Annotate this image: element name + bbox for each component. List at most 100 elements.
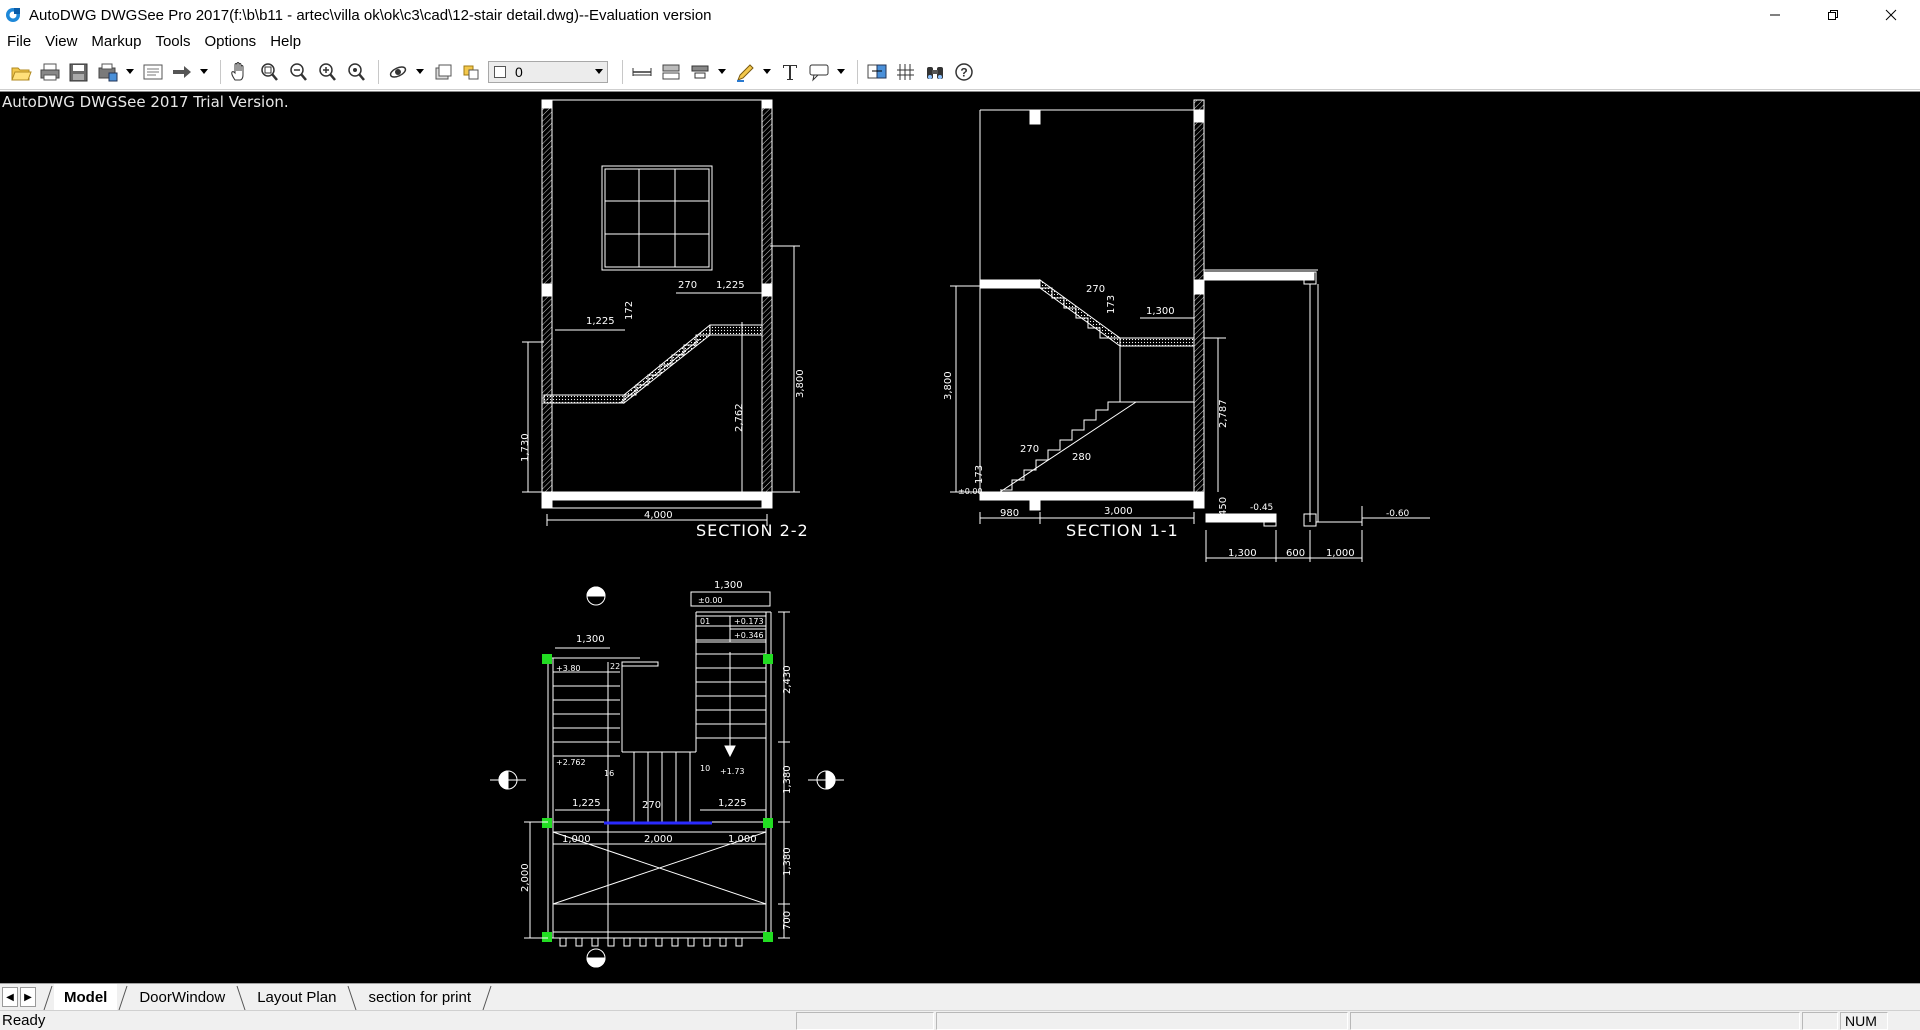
print-button[interactable]: [37, 58, 63, 86]
close-button[interactable]: [1862, 0, 1920, 30]
dim-text: +3.80: [556, 664, 581, 673]
pen-button[interactable]: [732, 58, 758, 86]
menu-options[interactable]: Options: [197, 30, 263, 54]
grid-icon: [897, 63, 914, 80]
orbit-dropdown[interactable]: [414, 58, 426, 86]
restore-icon: [1828, 10, 1838, 20]
dim-text: 173: [974, 465, 985, 484]
binoculars-icon: [927, 66, 943, 79]
chevron-down-icon: [200, 69, 208, 74]
zoom-out-button[interactable]: [285, 58, 311, 86]
layout-icon: [143, 64, 163, 79]
dim-text: 1,730: [520, 433, 531, 462]
window-controls: [1746, 0, 1920, 30]
batch-print-button[interactable]: [95, 58, 121, 86]
tab-divider: [236, 985, 246, 1010]
menu-file[interactable]: File: [0, 30, 38, 54]
find-button[interactable]: [922, 58, 948, 86]
dim-text: 1,300: [1146, 306, 1175, 317]
text-button[interactable]: [777, 58, 803, 86]
menu-markup[interactable]: Markup: [84, 30, 148, 54]
layer-button[interactable]: [459, 58, 485, 86]
toolbar-separator: [378, 59, 379, 84]
tab-section-for-print[interactable]: section for print: [358, 984, 481, 1011]
dim-text: 10: [700, 764, 710, 773]
menu-view[interactable]: View: [38, 30, 84, 54]
section-2-2-drawing: [522, 99, 800, 526]
dim-text: 1,225: [572, 798, 601, 809]
compare-button[interactable]: [864, 58, 890, 86]
export-dropdown[interactable]: [198, 58, 210, 86]
dim-text: 3,800: [795, 369, 806, 398]
dim-text: 1,300: [576, 634, 605, 645]
section-1-1-drawing: [950, 99, 1430, 562]
open-button[interactable]: [8, 58, 34, 86]
pen-icon: [737, 63, 754, 82]
grid-button[interactable]: [893, 58, 919, 86]
close-icon: [1885, 9, 1897, 21]
zoom-extents-button[interactable]: [343, 58, 369, 86]
dim-text: 01: [700, 617, 710, 626]
dim-text: 3,000: [1104, 506, 1133, 517]
num-lock-indicator: NUM: [1840, 1011, 1888, 1030]
orbit-icon: [389, 65, 407, 78]
toolbar-separator: [857, 59, 858, 84]
orbit-button[interactable]: [385, 58, 411, 86]
restore-button[interactable]: [1804, 0, 1862, 30]
dim-text: ±0.00: [958, 487, 983, 496]
svg-text:?: ?: [960, 65, 967, 79]
tab-layout-plan[interactable]: Layout Plan: [247, 984, 346, 1011]
status-pane: [1802, 1011, 1838, 1030]
layer-select[interactable]: 0: [488, 60, 608, 83]
align-icon: [691, 65, 709, 78]
dim-text: 1,225: [718, 798, 747, 809]
cad-drawing[interactable]: 1,225 270 1,225 172 3,800 2,762 1,730 4,…: [0, 92, 1920, 983]
menu-help[interactable]: Help: [263, 30, 308, 54]
menu-tools[interactable]: Tools: [148, 30, 197, 54]
dim-text: 1,300: [714, 580, 743, 591]
tab-model[interactable]: Model: [54, 983, 118, 1011]
tab-scroll-left-button[interactable]: ◀: [2, 987, 18, 1007]
pan-button[interactable]: [227, 58, 253, 86]
pan-icon: [231, 61, 244, 80]
dimension-button[interactable]: [658, 58, 684, 86]
align-button[interactable]: [687, 58, 713, 86]
dwgsee-app-icon[interactable]: [4, 6, 22, 24]
minimize-button[interactable]: [1746, 0, 1804, 30]
section-2-2-title: SECTION 2-2: [696, 521, 809, 540]
tab-doorwindow[interactable]: DoorWindow: [129, 984, 235, 1011]
layer-state-icon: [494, 65, 506, 78]
zoom-window-button[interactable]: [256, 58, 282, 86]
dim-text: 2,000: [644, 834, 673, 845]
callout-button[interactable]: [806, 58, 832, 86]
help-button[interactable]: ?: [951, 58, 977, 86]
status-text: Ready: [2, 1012, 46, 1029]
dwgsee-window: AutoDWG DWGSee Pro 2017(f:\b\b11 - artec…: [0, 0, 1920, 1030]
dim-text: 173: [1106, 295, 1117, 314]
layer-select-value: 0: [515, 63, 523, 80]
zoom-in-button[interactable]: [314, 58, 340, 86]
status-pane: [796, 1011, 934, 1030]
frame-button[interactable]: [430, 58, 456, 86]
align-dropdown[interactable]: [716, 58, 728, 86]
chevron-right-icon: ▶: [24, 991, 32, 1003]
chevron-down-icon: [126, 69, 134, 74]
section-1-1-title: SECTION 1-1: [1066, 521, 1179, 540]
batch-print-dropdown[interactable]: [124, 58, 136, 86]
print-icon: [40, 63, 60, 80]
drawing-canvas[interactable]: 1,225 270 1,225 172 3,800 2,762 1,730 4,…: [0, 91, 1920, 983]
pen-dropdown[interactable]: [761, 58, 773, 86]
frame-icon: [435, 64, 452, 79]
zoom-extents-icon: [348, 62, 365, 81]
chevron-down-icon: [591, 62, 607, 82]
export-button[interactable]: [169, 58, 195, 86]
dim-text: +0.173: [734, 617, 764, 626]
layer-icon: [463, 65, 479, 79]
tab-scroll-right-button[interactable]: ▶: [20, 987, 36, 1007]
layout-button[interactable]: [140, 58, 166, 86]
callout-dropdown[interactable]: [835, 58, 847, 86]
save-button[interactable]: [66, 58, 92, 86]
title-bar[interactable]: AutoDWG DWGSee Pro 2017(f:\b\b11 - artec…: [0, 0, 1920, 30]
measure-button[interactable]: [629, 58, 655, 86]
dim-text: 1,225: [716, 280, 745, 291]
